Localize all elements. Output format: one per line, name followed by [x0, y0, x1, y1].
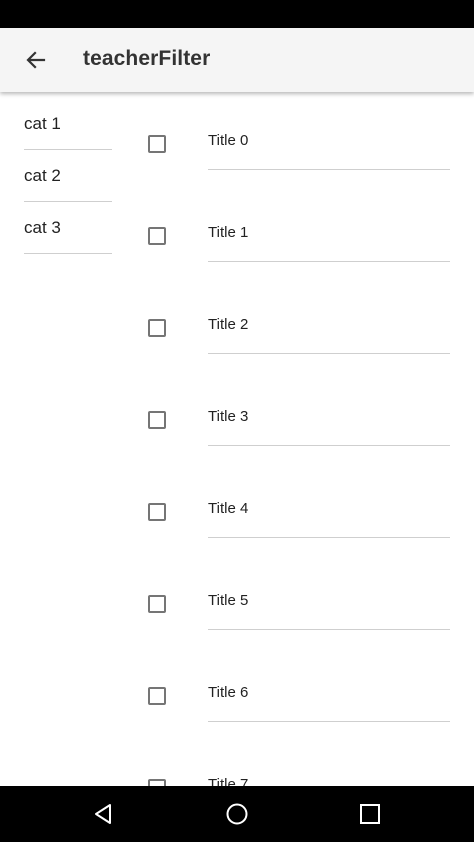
- list-item[interactable]: Title 3: [0, 368, 474, 460]
- navigation-bar: [0, 786, 474, 842]
- content-area: cat 1 cat 2 cat 3 Title 0 Title 1 Title 2T…: [0, 92, 474, 786]
- page-title: teacherFilter: [83, 47, 211, 70]
- list-item[interactable]: Title 4: [0, 460, 474, 552]
- list-item[interactable]: Title 7: [0, 736, 474, 786]
- item-title: Title 6: [208, 684, 249, 701]
- item-divider: [208, 445, 450, 446]
- arrow-back-icon: [26, 51, 46, 69]
- nav-back-icon: [95, 804, 111, 824]
- nav-back-button[interactable]: [83, 794, 123, 834]
- item-checkbox[interactable]: [148, 135, 166, 153]
- nav-home-button[interactable]: [217, 794, 257, 834]
- item-checkbox[interactable]: [148, 227, 166, 245]
- nav-home-icon: [226, 803, 248, 825]
- list-item[interactable]: Title 1: [0, 184, 474, 276]
- item-divider: [208, 629, 450, 630]
- list-item[interactable]: Title 2: [0, 276, 474, 368]
- item-divider: [208, 721, 450, 722]
- list-item[interactable]: Title 6: [0, 644, 474, 736]
- status-bar: [0, 0, 474, 28]
- item-title: Title 2: [208, 316, 249, 333]
- item-title: Title 1: [208, 224, 249, 241]
- item-checkbox[interactable]: [148, 319, 166, 337]
- item-title: Title 0: [208, 132, 249, 149]
- item-title: Title 4: [208, 500, 249, 517]
- item-checkbox[interactable]: [148, 411, 166, 429]
- nav-recents-icon: [360, 804, 380, 824]
- item-title: Title 3: [208, 408, 249, 425]
- item-checkbox[interactable]: [148, 503, 166, 521]
- nav-recents-button[interactable]: [350, 794, 390, 834]
- item-checkbox[interactable]: [148, 687, 166, 705]
- item-title: Title 7: [208, 776, 249, 786]
- item-checkbox[interactable]: [148, 595, 166, 613]
- item-divider: [208, 537, 450, 538]
- item-title: Title 5: [208, 592, 249, 609]
- app-bar: teacherFilter: [0, 28, 474, 92]
- back-button[interactable]: [14, 38, 58, 82]
- item-divider: [208, 353, 450, 354]
- item-checkbox[interactable]: [148, 779, 166, 786]
- list-item[interactable]: Title 5: [0, 552, 474, 644]
- item-divider: [208, 169, 450, 170]
- item-divider: [208, 261, 450, 262]
- list-item[interactable]: Title 0: [0, 92, 474, 184]
